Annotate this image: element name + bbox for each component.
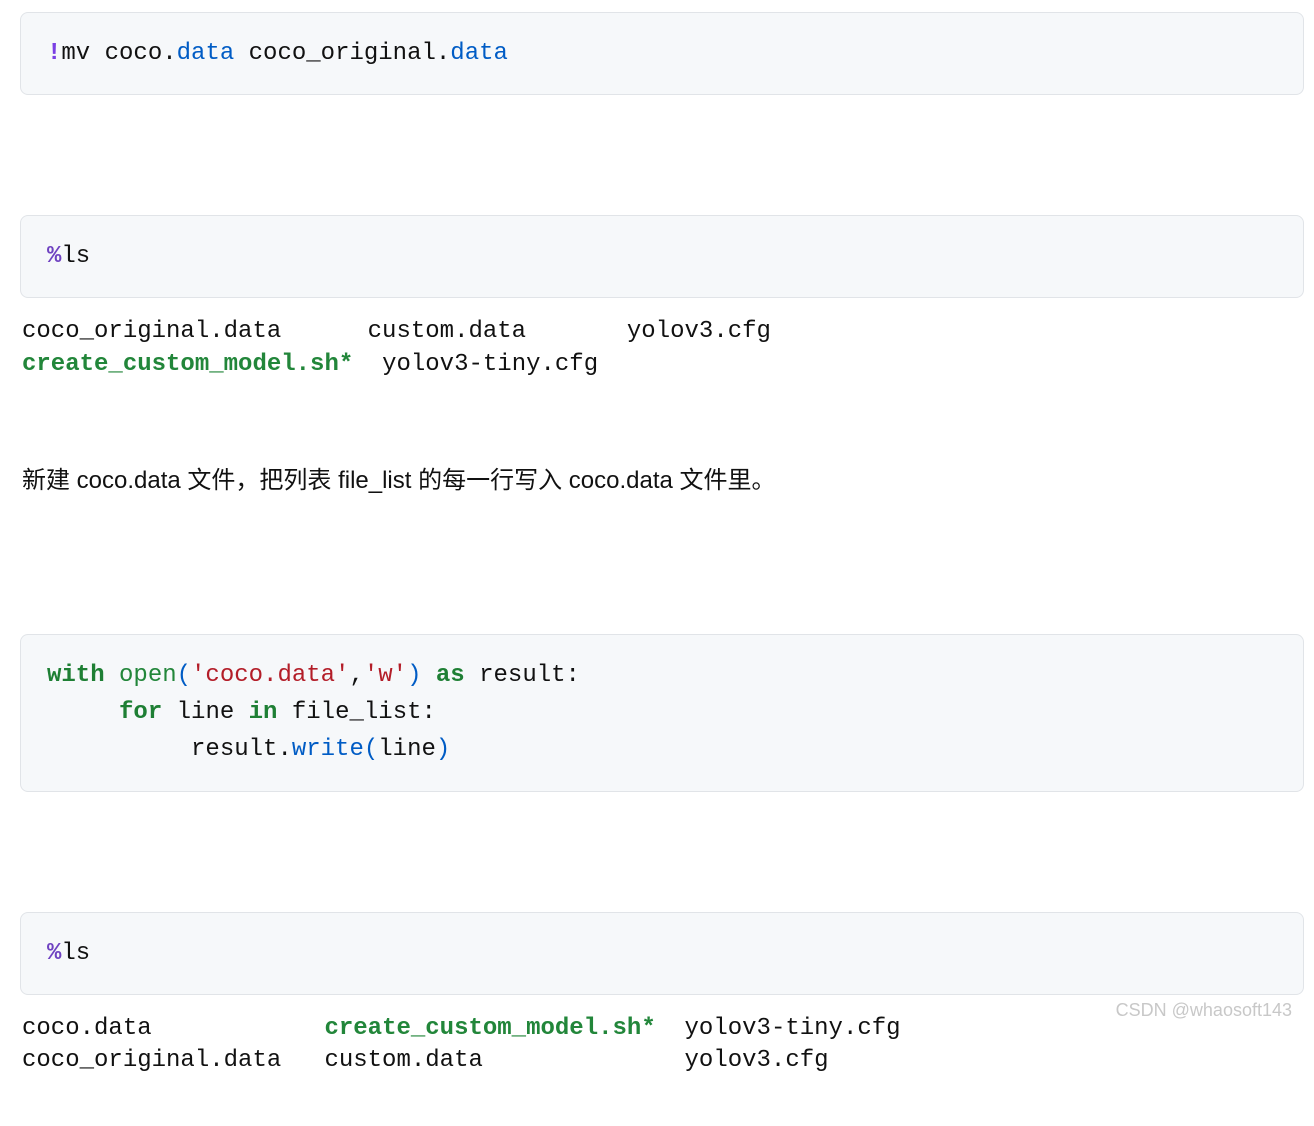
builtin-open: open xyxy=(119,662,177,689)
code-cell-3[interactable]: with open('coco.data','w') as result: fo… xyxy=(20,634,1304,792)
output-cell-4: coco.data create_custom_model.sh* yolov3… xyxy=(20,1013,1304,1078)
code-cell-1[interactable]: !mv coco.data coco_original.data xyxy=(20,12,1304,95)
code-cell-4[interactable]: %ls xyxy=(20,912,1304,995)
markdown-content: 新建 coco.data 文件，把列表 file_list 的每一行写入 coc… xyxy=(22,467,776,494)
attr: data xyxy=(177,40,235,67)
string-literal: 'w' xyxy=(364,662,407,689)
cmd-text: ls xyxy=(61,940,90,967)
magic-prefix: % xyxy=(47,243,61,270)
cmd-text: ls xyxy=(61,243,90,270)
kw-in: in xyxy=(249,699,278,726)
kw-as: as xyxy=(436,662,465,689)
output-text: coco_original.data custom.data yolov3.cf… xyxy=(22,1047,829,1074)
code-content: %ls xyxy=(47,238,1277,275)
output-text: coco.data xyxy=(22,1015,324,1042)
executable-file: create_custom_model.sh xyxy=(22,351,339,378)
executable-file: create_custom_model.sh xyxy=(324,1015,641,1042)
method-write: write xyxy=(292,736,364,763)
shell-bang: ! xyxy=(47,40,61,67)
code-content: %ls xyxy=(47,935,1277,972)
string-literal: 'coco.data' xyxy=(191,662,349,689)
output-cell-2: coco_original.data custom.data yolov3.cf… xyxy=(20,316,1304,381)
code-cell-2[interactable]: %ls xyxy=(20,215,1304,298)
code-content: !mv coco.data coco_original.data xyxy=(47,35,1277,72)
cmd-text: mv coco xyxy=(61,40,162,67)
code-content: with open('coco.data','w') as result: fo… xyxy=(47,657,1277,769)
attr: data xyxy=(450,40,508,67)
markdown-text: 新建 coco.data 文件，把列表 file_list 的每一行写入 coc… xyxy=(20,461,1304,502)
watermark-text: CSDN @whaosoft143 xyxy=(1116,1000,1292,1021)
output-line: coco_original.data custom.data yolov3.cf… xyxy=(22,318,771,345)
kw-for: for xyxy=(119,699,162,726)
magic-prefix: % xyxy=(47,940,61,967)
kw-with: with xyxy=(47,662,105,689)
